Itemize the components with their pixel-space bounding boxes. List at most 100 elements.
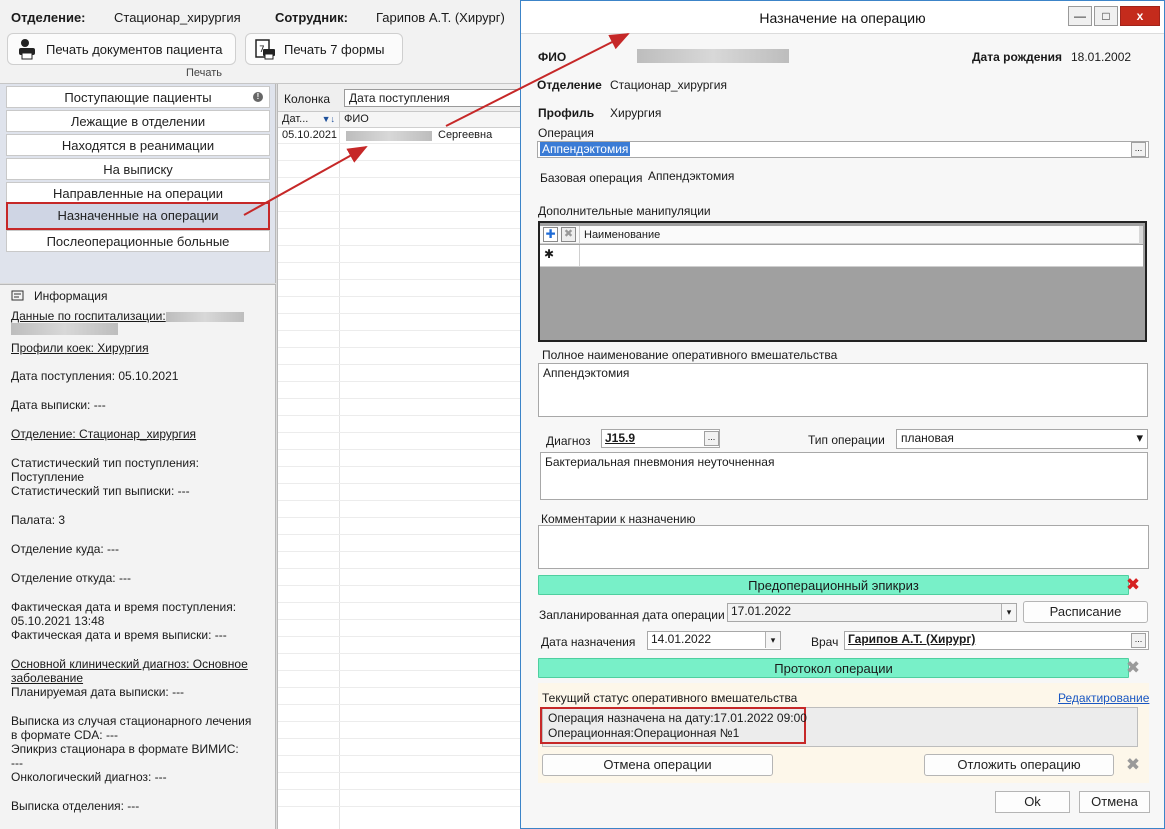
nav-incoming-patients[interactable]: Поступающие пациенты ! (6, 86, 270, 108)
extra-grid-col-name: Наименование (584, 229, 661, 241)
grid-row-line (278, 687, 524, 688)
doctor-input[interactable]: Гарипов А.Т. (Хирург) (844, 631, 1149, 650)
diagnosis-text[interactable]: Бактериальная пневмония неуточненная (540, 452, 1148, 500)
extra-manipulations-grid: ✚ ✖ Наименование ✱ (538, 221, 1147, 342)
ok-button[interactable]: Ok (995, 791, 1070, 813)
extra-manipulations-label: Дополнительные манипуляции (538, 204, 711, 218)
full-name-label: Полное наименование оперативного вмешате… (542, 348, 838, 362)
patient-grid: Колонка Дата поступления Дат... ▼↓ ФИО 0… (277, 84, 524, 829)
print-form7-button[interactable]: 7 Печать 7 формы (245, 33, 403, 65)
planned-date-input[interactable]: 17.01.2022 ▾ (727, 603, 1017, 622)
dialog-titlebar[interactable]: Назначение на операцию — □ x (521, 1, 1164, 34)
info-actual-admission: Фактическая дата и время поступления: (11, 600, 237, 614)
status-line-room: Операционная:Операционная №1 (548, 726, 740, 740)
nav-for-discharge[interactable]: На выписку (6, 158, 270, 180)
delete-row-icon[interactable]: ✖ (561, 227, 576, 242)
delete-protocol-icon[interactable]: ✖ (1124, 659, 1142, 677)
info-admission-date: Дата поступления: 05.10.2021 (11, 369, 179, 383)
grid-row-line (278, 551, 524, 552)
grid-row-line (278, 670, 524, 671)
grid-row-line (278, 415, 524, 416)
operation-protocol-button[interactable]: Протокол операции (538, 658, 1129, 678)
info-stat-discharge-type: Статистический тип выписки: --- (11, 484, 190, 498)
cancel-button[interactable]: Отмена (1079, 791, 1150, 813)
nav-in-icu[interactable]: Находятся в реанимации (6, 134, 270, 156)
sort-filter-icon[interactable]: ▼↓ (322, 112, 335, 127)
comment-label: Комментарии к назначению (541, 512, 696, 526)
department-label: Отделение: (11, 10, 86, 25)
redacted-block (346, 131, 432, 141)
chevron-down-icon[interactable]: ▾ (1001, 604, 1016, 620)
fio-label: ФИО (538, 50, 567, 64)
grid-row-line (278, 296, 524, 297)
delete-preop-icon[interactable]: ✖ (1124, 576, 1142, 594)
diagnosis-lookup-button[interactable]: ... (704, 431, 719, 446)
patient-category-nav: Поступающие пациенты ! Лежащие в отделен… (0, 84, 276, 283)
grid-toolbar: Колонка Дата поступления (278, 84, 524, 112)
grid-row-line (278, 585, 524, 586)
nav-item-label: Поступающие пациенты (64, 90, 212, 105)
comment-textarea[interactable] (538, 525, 1149, 569)
info-main-diagnosis-cont[interactable]: заболевание (11, 671, 269, 685)
operation-lookup-button[interactable]: ... (1131, 142, 1146, 157)
grid-header-fio[interactable]: ФИО (340, 112, 524, 128)
grid-divider (1139, 226, 1143, 244)
info-dot-icon: ! (253, 92, 263, 102)
operation-type-value: плановая (901, 431, 954, 445)
cancel-operation-button[interactable]: Отмена операции (542, 754, 773, 776)
extra-grid-header: ✚ ✖ Наименование (540, 226, 1143, 244)
table-row[interactable]: 05.10.2021 Сергеевна (278, 128, 524, 143)
close-button[interactable]: x (1120, 6, 1160, 26)
grid-divider (579, 226, 580, 244)
full-name-textarea[interactable]: Аппендэктомия (538, 363, 1148, 417)
info-hospitalization-data[interactable]: Данные по госпитализации: (11, 309, 269, 323)
edit-status-link[interactable]: Редактирование (1058, 691, 1149, 705)
info-main-diagnosis[interactable]: Основной клинический диагноз: Основное (11, 657, 269, 671)
nav-referred-to-surgery[interactable]: Направленные на операции (6, 182, 270, 204)
preop-epicrisis-button[interactable]: Предоперационный эпикриз (538, 575, 1129, 595)
operation-input[interactable]: Аппендэктомия (537, 141, 1149, 158)
new-row-marker: ✱ (544, 247, 555, 261)
nav-in-department[interactable]: Лежащие в отделении (6, 110, 270, 132)
nav-item-label: Назначенные на операции (57, 208, 219, 223)
info-dept-from: Отделение откуда: --- (11, 571, 131, 585)
info-bed-profiles[interactable]: Профили коек: Хирургия (11, 341, 269, 355)
grid-row-line (278, 347, 524, 348)
planned-date-value: 17.01.2022 (731, 604, 792, 618)
profile-value: Хирургия (610, 106, 662, 120)
grid-row-line (278, 721, 524, 722)
schedule-button[interactable]: Расписание (1023, 601, 1148, 623)
doctor-lookup-button[interactable]: ... (1131, 633, 1146, 648)
info-department[interactable]: Отделение: Стационар_хирургия (11, 427, 269, 441)
grid-row-line (278, 466, 524, 467)
info-panel: Информация Данные по госпитализации: Про… (0, 284, 276, 829)
info-ward: Палата: 3 (11, 513, 66, 527)
nav-assigned-to-surgery[interactable]: Назначенные на операции (6, 202, 270, 230)
grid-row-line (278, 398, 524, 399)
diagnosis-code-input[interactable]: J15.9 (601, 429, 720, 448)
grid-row-line (278, 704, 524, 705)
assignment-date-input[interactable]: 14.01.2022 ▾ (647, 631, 781, 650)
delete-status-icon[interactable]: ✖ (1124, 756, 1142, 774)
grid-row-line (278, 772, 524, 773)
redacted-block (11, 323, 118, 335)
chevron-down-icon[interactable]: ▾ (765, 632, 780, 648)
status-label: Текущий статус оперативного вмешательств… (542, 691, 798, 705)
maximize-button[interactable]: □ (1094, 6, 1118, 26)
grid-row-line (278, 262, 524, 263)
grid-row-line (278, 653, 524, 654)
grid-header-date[interactable]: Дат... ▼↓ (278, 112, 340, 128)
add-row-icon[interactable]: ✚ (543, 227, 558, 242)
column-select[interactable]: Дата поступления (344, 89, 524, 107)
nav-postoperative[interactable]: Послеоперационные больные (6, 230, 270, 252)
minimize-button[interactable]: — (1068, 6, 1092, 26)
grid-row-line (278, 143, 524, 144)
table-row[interactable]: ✱ (540, 245, 1143, 267)
grid-row-line (278, 177, 524, 178)
grid-divider (579, 245, 580, 267)
chevron-down-icon[interactable]: ▾ (1136, 430, 1143, 446)
operation-type-select[interactable]: плановая ▾ (896, 429, 1148, 449)
postpone-operation-button[interactable]: Отложить операцию (924, 754, 1114, 776)
grid-row-line (278, 483, 524, 484)
print-patient-docs-button[interactable]: Печать документов пациента (7, 33, 236, 65)
